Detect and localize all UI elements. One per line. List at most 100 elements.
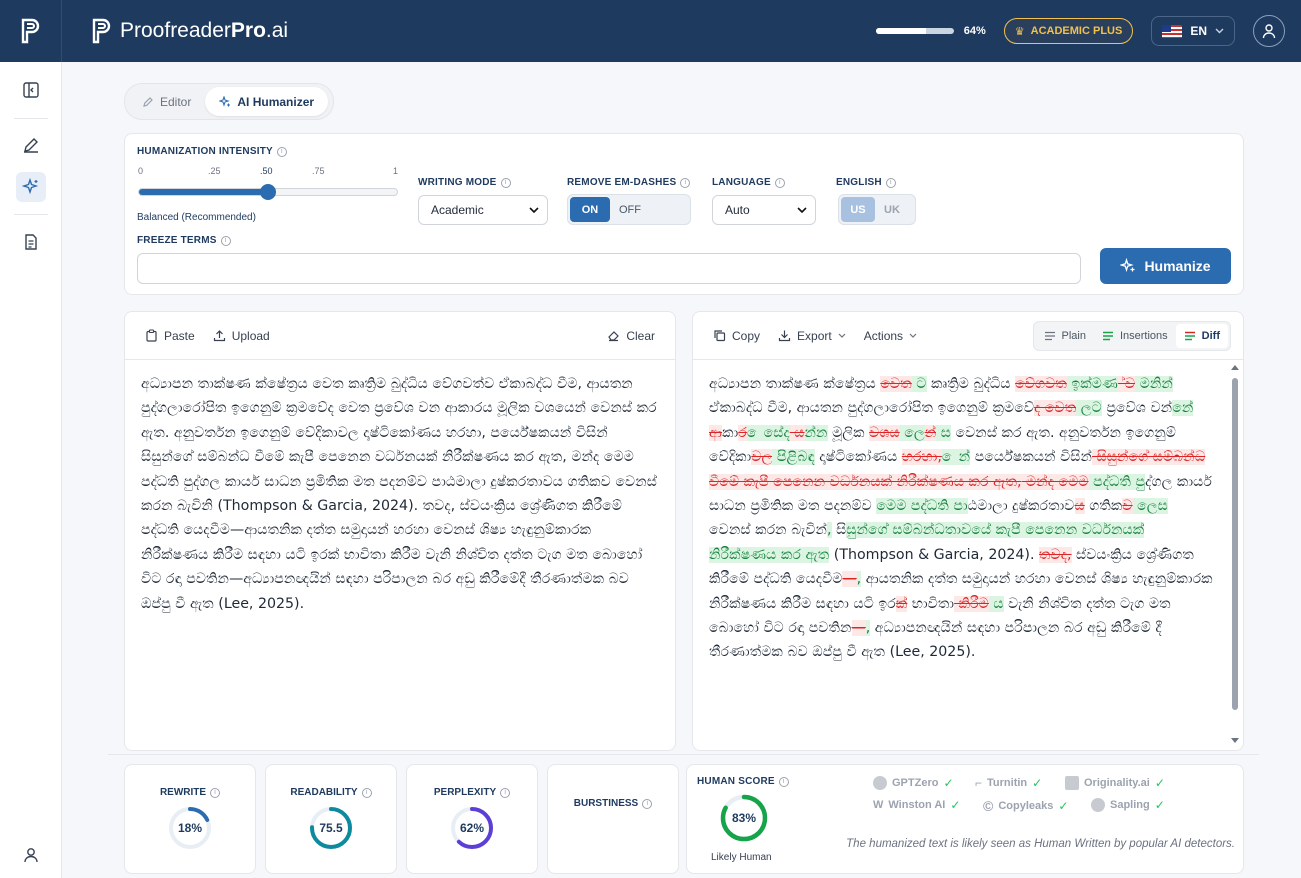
english-variant-toggle: US UK [838,194,916,225]
detector-gptzero: GPTZero ✓ [873,776,954,790]
diff-deletion: වල [751,449,773,466]
pen-icon [24,138,38,153]
rail-item-account[interactable] [16,840,46,870]
chevron-down-icon [838,333,846,338]
sidebar-toggle-icon [23,82,39,98]
human-score-verdict: Likely Human [711,852,772,863]
writing-mode-label-text: WRITING MODE [418,177,497,188]
diff-insertion: ල [899,424,925,441]
diff-text-segment: ඒකාබද්ධ වීම, ආයතන පුද්ගලාරෝපිත ඉගෙනුම් ක… [709,400,1035,417]
em-dashes-on-button[interactable]: ON [570,197,610,222]
view-diff-button[interactable]: Diff [1175,324,1228,348]
user-icon [1262,24,1276,39]
output-diff-text[interactable]: අධ්‍යාපන තාක්ෂණ ක්ෂේත්‍රය වෙත ට කෘත්‍රිම… [693,360,1243,665]
intensity-tick: 1 [393,166,399,176]
readability-metric-label: READABILITY i [266,787,396,798]
brand-name-light: Proofreader [120,19,231,42]
usage-percent: 64% [963,25,986,37]
rail-divider [14,214,48,215]
writing-mode-label: WRITING MODE i [418,177,511,188]
info-icon[interactable]: i [500,177,511,188]
tab-editor[interactable]: Editor [128,87,205,116]
em-dashes-off-button[interactable]: OFF [610,197,650,222]
user-menu-button[interactable] [1253,15,1285,47]
info-icon[interactable]: i [885,177,896,188]
info-icon[interactable]: i [276,146,287,157]
info-icon[interactable]: i [361,787,372,798]
rail-item-humanizer[interactable] [16,172,46,202]
diff-deletion: ක් [895,595,908,612]
intensity-tick: .50 [260,166,273,176]
diff-deletion: ය [789,424,805,441]
actions-menu-button[interactable]: Actions [864,329,917,343]
clear-button[interactable]: Clear [607,329,655,343]
diff-insertion: මනින් [1135,376,1173,392]
input-text[interactable]: අධ්‍යාපන තාක්ෂණ ක්ෂේත්‍රය වෙත කෘත්‍රිම බ… [125,360,675,616]
info-icon[interactable]: i [680,177,691,188]
language-select[interactable]: Auto [712,195,816,225]
output-scrollbar[interactable] [1231,364,1239,744]
diff-deletion: වශය [869,424,900,441]
view-plain-button[interactable]: Plain [1036,324,1094,348]
plan-badge[interactable]: ♛ ACADEMIC PLUS [1003,18,1134,44]
tab-ai-humanizer[interactable]: AI Humanizer [205,87,329,116]
view-insertions-button[interactable]: Insertions [1094,324,1176,348]
language-selector[interactable]: EN [1151,16,1235,46]
intensity-slider-handle[interactable] [260,184,276,200]
input-panel: Paste Upload Clear අධ්‍යාපන තාක්ෂණ ක්ෂේත… [124,311,676,751]
upload-button[interactable]: Upload [213,329,270,343]
freeze-terms-input[interactable] [137,253,1081,284]
info-icon[interactable]: i [774,177,785,188]
export-button[interactable]: Export [778,329,846,343]
detector-name: Winston AI [888,799,946,811]
sidebar-toggle-button[interactable] [16,75,46,105]
human-score-label-text: HUMAN SCORE [697,776,775,787]
copy-button[interactable]: Copy [713,329,760,343]
diff-insertion: න්න [804,424,828,441]
info-icon[interactable]: i [500,787,511,798]
rewrite-metric: REWRITE i 18% [124,764,256,874]
diff-insertion: ෙසේද [746,424,790,441]
scroll-up-icon[interactable] [1231,364,1239,370]
scroll-down-icon[interactable] [1231,738,1239,744]
writing-mode-select[interactable]: Academic [418,195,548,225]
diff-deletion: මන්ද මෙම [1021,473,1089,490]
brand-logo[interactable]: ProofreaderPro.ai [90,17,288,45]
diff-deletion: තවද, [1038,546,1072,563]
lines-icon [1044,331,1055,341]
rail-item-editor[interactable] [16,130,46,160]
readability-metric-label-text: READABILITY [290,787,358,798]
app-icon[interactable] [0,0,62,62]
intensity-slider[interactable] [138,184,398,200]
side-rail [0,62,62,878]
paste-button-label: Paste [164,328,195,343]
humanize-button[interactable]: Humanize [1100,248,1231,284]
diff-text-segment: මූලික [827,424,870,441]
copyleaks-icon: © [983,798,994,814]
output-panel: Copy Export Actions Plain Insertions Dif… [692,311,1244,751]
language-label: LANGUAGE i [712,177,785,188]
output-scrollbar-thumb[interactable] [1232,378,1238,710]
paste-button[interactable]: Paste [145,329,195,343]
english-uk-button[interactable]: UK [875,197,909,222]
diff-text-segment: පර්යේෂකයන් විසින් [970,449,1093,466]
burstiness-metric-label-text: BURSTINESS [573,798,639,809]
info-icon[interactable]: i [642,798,653,809]
output-toolbar: Copy Export Actions Plain Insertions Dif… [693,312,1243,360]
freeze-terms-label: FREEZE TERMS i [137,235,231,246]
view-mode-toggle: Plain Insertions Diff [1032,321,1231,351]
info-icon[interactable]: i [210,787,221,798]
info-icon[interactable]: i [220,235,231,246]
freeze-terms-label-text: FREEZE TERMS [137,235,217,246]
view-insertions-label: Insertions [1119,330,1168,342]
sparkle-icon [1120,258,1135,273]
rail-item-documents[interactable] [16,227,46,257]
info-icon[interactable]: i [778,776,789,787]
view-plain-label: Plain [1061,330,1086,342]
diff-deletion: ්ව [1117,376,1136,392]
chevron-down-icon [529,206,539,213]
detector-turnitin: ⌐ Turnitin ✓ [975,776,1042,790]
english-us-button[interactable]: US [841,197,875,222]
user-icon [24,848,38,863]
diff-deletion: ාර [738,424,747,441]
